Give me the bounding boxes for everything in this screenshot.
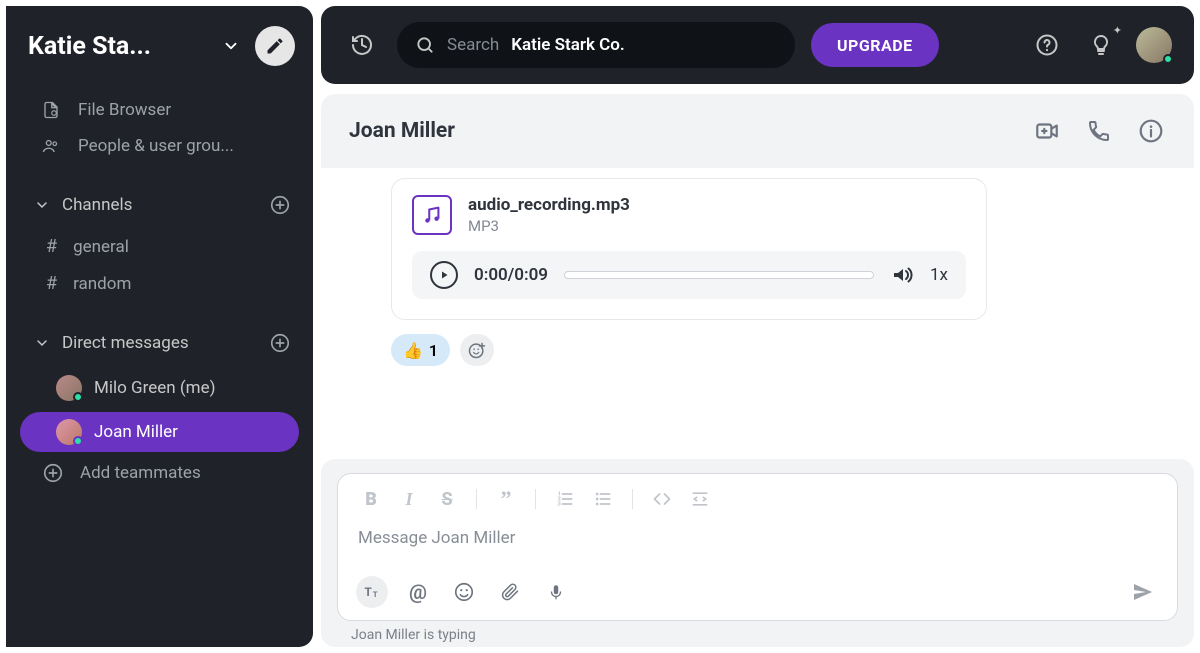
bullet-list-button[interactable] — [588, 486, 618, 512]
text-format-toggle[interactable]: TT — [356, 576, 388, 608]
upgrade-button[interactable]: UPGRADE — [811, 23, 939, 67]
caret-down-icon — [34, 197, 52, 213]
dm-label: Milo Green (me) — [94, 378, 216, 398]
section-label: Direct messages — [62, 333, 257, 353]
typing-indicator: Joan Miller is typing — [337, 621, 1178, 643]
file-meta: audio_recording.mp3 MP3 — [468, 195, 630, 235]
emoji-button[interactable] — [448, 576, 480, 608]
channel-label: random — [73, 274, 131, 294]
workspace-header: Katie Sta... — [6, 6, 313, 84]
search-input[interactable]: Search Katie Stark Co. — [397, 22, 795, 68]
playback-time: 0:00/0:09 — [474, 265, 548, 285]
presence-dot-icon — [1163, 54, 1173, 64]
sidebar-file-browser[interactable]: File Browser — [6, 92, 313, 128]
add-reaction-button[interactable] — [460, 334, 494, 366]
svg-text:3: 3 — [558, 502, 562, 508]
audio-attachment-card: audio_recording.mp3 MP3 0:00/0:09 1x — [391, 178, 987, 320]
search-placeholder: Search — [447, 35, 499, 55]
workspace-chevron-icon[interactable] — [217, 32, 245, 60]
file-name: audio_recording.mp3 — [468, 195, 630, 215]
italic-button[interactable]: I — [394, 486, 424, 512]
sidebar-item-label: People & user grou... — [78, 136, 234, 156]
hash-icon: # — [46, 236, 57, 257]
quote-button[interactable]: ” — [491, 486, 521, 512]
channel-general[interactable]: # general — [6, 228, 313, 265]
svg-text:T: T — [373, 590, 378, 599]
audio-player: 0:00/0:09 1x — [412, 251, 966, 299]
bold-button[interactable]: B — [356, 486, 386, 512]
compose-button[interactable] — [255, 26, 295, 66]
chat-header: Joan Miller — [321, 94, 1194, 168]
dm-milo-green[interactable]: Milo Green (me) — [20, 368, 299, 408]
history-button[interactable] — [343, 26, 381, 64]
channel-random[interactable]: # random — [6, 265, 313, 302]
dm-joan-miller[interactable]: Joan Miller — [20, 412, 299, 452]
add-channel-button[interactable] — [267, 192, 293, 218]
sidebar-people-groups[interactable]: People & user grou... — [6, 128, 313, 164]
reaction-count: 1 — [429, 341, 438, 360]
sidebar-item-label: Add teammates — [80, 463, 201, 483]
tips-button[interactable]: ✦ — [1082, 26, 1120, 64]
volume-button[interactable] — [890, 263, 914, 287]
add-teammates-button[interactable]: Add teammates — [6, 454, 313, 492]
ordered-list-button[interactable]: 123 — [550, 486, 580, 512]
music-file-icon — [412, 195, 452, 235]
help-button[interactable] — [1028, 26, 1066, 64]
send-button[interactable] — [1127, 576, 1159, 608]
strike-button[interactable]: S — [432, 486, 462, 512]
playback-speed[interactable]: 1x — [930, 265, 948, 285]
file-type: MP3 — [468, 217, 630, 235]
composer-wrap: B I S ” 123 — [321, 459, 1194, 647]
avatar — [56, 375, 82, 401]
reactions: 👍 1 — [391, 334, 1166, 366]
user-avatar[interactable] — [1136, 27, 1172, 63]
channel-label: general — [73, 237, 129, 257]
dm-label: Joan Miller — [94, 422, 178, 442]
people-icon — [40, 137, 62, 155]
plus-circle-icon — [42, 462, 64, 484]
info-button[interactable] — [1136, 116, 1166, 146]
workspace-name[interactable]: Katie Sta... — [28, 32, 207, 61]
composer-bottom-bar: TT @ — [338, 566, 1177, 620]
reaction-thumbsup[interactable]: 👍 1 — [391, 334, 450, 366]
add-dm-button[interactable] — [267, 330, 293, 356]
sidebar-section-dms[interactable]: Direct messages — [6, 316, 313, 366]
search-org: Katie Stark Co. — [511, 35, 625, 55]
presence-dot-icon — [73, 392, 83, 402]
messages: audio_recording.mp3 MP3 0:00/0:09 1x — [321, 168, 1194, 441]
attach-button[interactable] — [494, 576, 526, 608]
message-input[interactable]: Message Joan Miller — [338, 516, 1177, 566]
mention-button[interactable]: @ — [402, 576, 434, 608]
sidebar-section-channels[interactable]: Channels — [6, 178, 313, 228]
search-icon — [415, 35, 435, 55]
main: Search Katie Stark Co. UPGRADE ✦ Joan Mi… — [313, 0, 1200, 653]
caret-down-icon — [34, 335, 52, 351]
chat-title: Joan Miller — [349, 119, 1010, 143]
code-button[interactable] — [647, 486, 677, 512]
video-call-button[interactable] — [1032, 116, 1062, 146]
sidebar: Katie Sta... File Browser People & user … — [6, 6, 313, 647]
sidebar-item-label: File Browser — [78, 100, 171, 120]
phone-call-button[interactable] — [1084, 116, 1114, 146]
format-toolbar: B I S ” 123 — [338, 474, 1177, 516]
seek-track[interactable] — [564, 271, 874, 279]
voice-record-button[interactable] — [540, 576, 572, 608]
topbar: Search Katie Stark Co. UPGRADE ✦ — [321, 6, 1194, 84]
chat-area: Joan Miller audio_recording.mp3 MP — [321, 94, 1194, 647]
code-block-button[interactable] — [685, 486, 715, 512]
svg-text:T: T — [365, 585, 372, 599]
play-button[interactable] — [430, 261, 458, 289]
composer: B I S ” 123 — [337, 473, 1178, 621]
file-icon — [40, 101, 62, 119]
presence-dot-icon — [73, 436, 83, 446]
section-label: Channels — [62, 195, 257, 215]
reaction-emoji: 👍 — [403, 341, 423, 360]
hash-icon: # — [46, 273, 57, 294]
avatar — [56, 419, 82, 445]
